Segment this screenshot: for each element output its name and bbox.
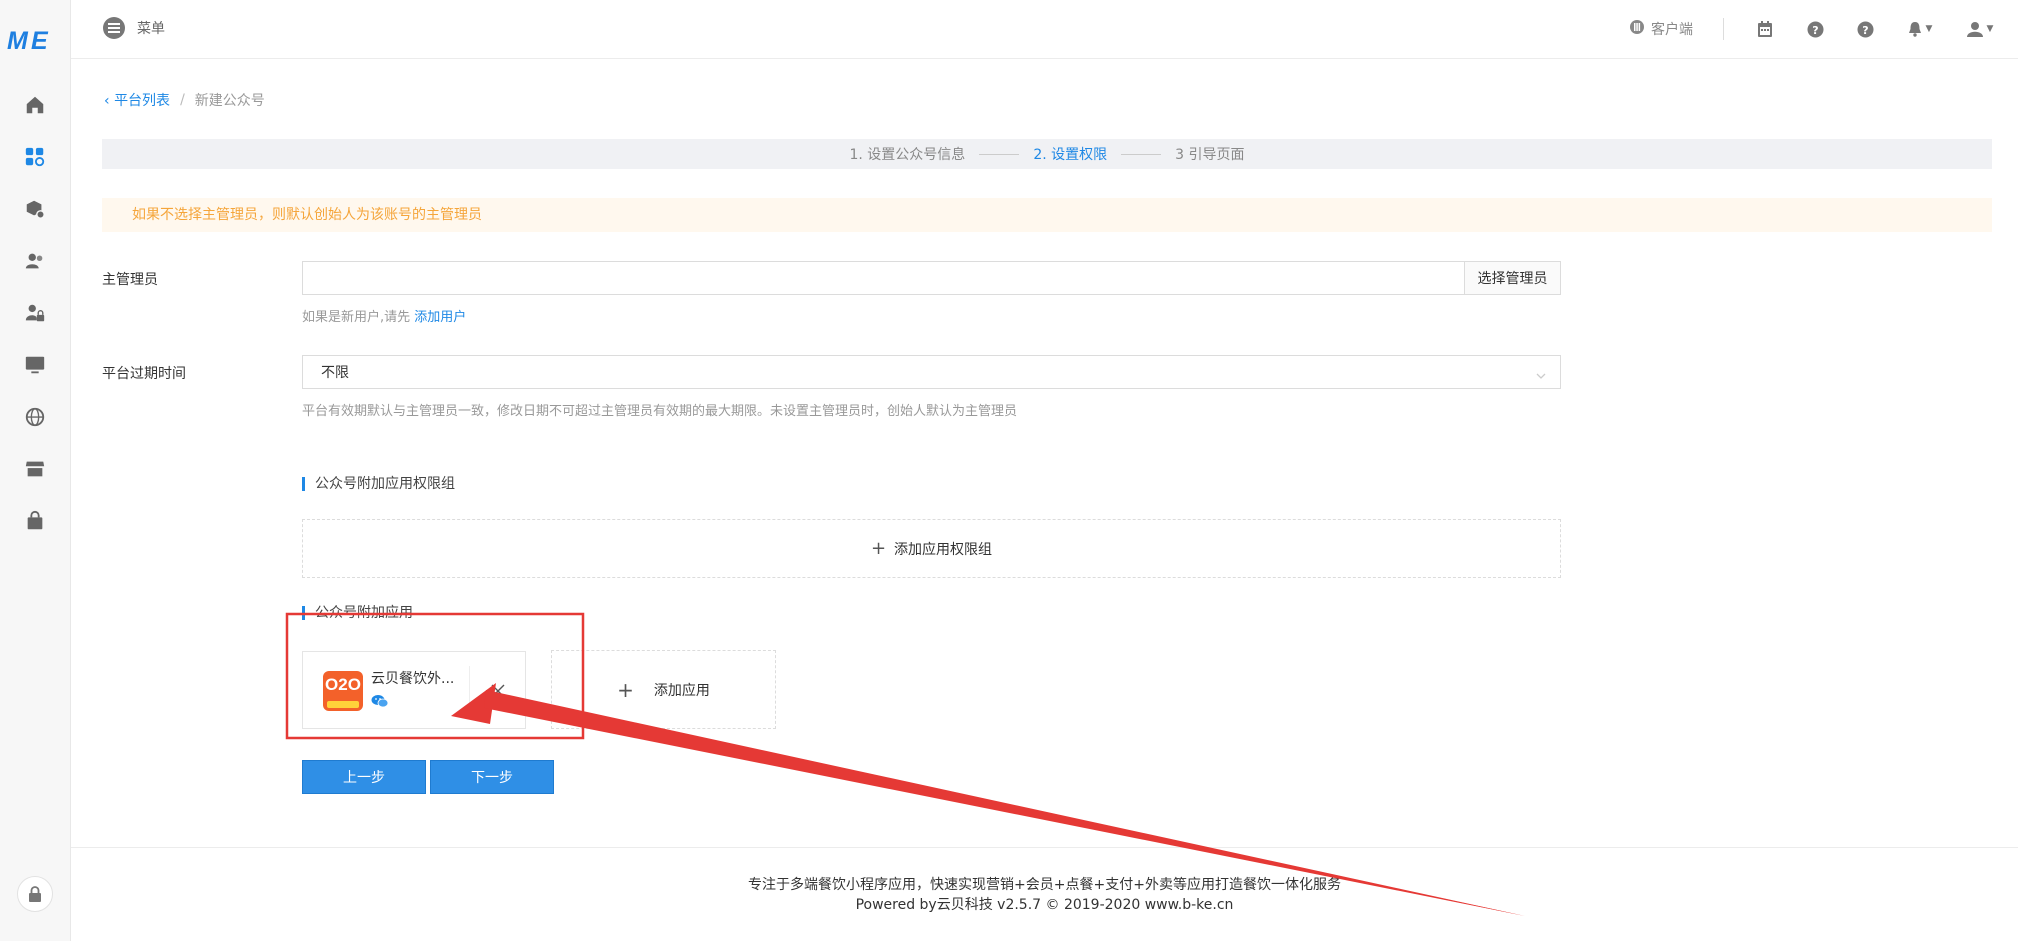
client-button[interactable]: 客户端 xyxy=(1629,19,1693,39)
help-icon[interactable]: ? xyxy=(1804,18,1826,40)
plus-icon: + xyxy=(870,538,887,559)
home-icon[interactable] xyxy=(20,90,50,120)
svg-text:E: E xyxy=(31,27,49,54)
client-label: 客户端 xyxy=(1651,22,1693,38)
step-3: 3 引导页面 xyxy=(1175,147,1245,163)
menu-label: 菜单 xyxy=(137,21,165,37)
step-1: 1. 设置公众号信息 xyxy=(849,147,966,163)
step-2: 2. 设置权限 xyxy=(1033,147,1108,163)
list-icon xyxy=(103,17,125,39)
step-connector xyxy=(979,153,1020,155)
apps-title: 公众号附加应用 xyxy=(302,606,413,620)
chevron-down-icon xyxy=(1536,367,1546,383)
card-divider xyxy=(469,666,470,716)
svg-text:M: M xyxy=(7,27,29,54)
user-lock-icon[interactable] xyxy=(20,298,50,328)
question-icon[interactable]: ? xyxy=(1854,18,1876,40)
add-user-link[interactable]: 添加用户 xyxy=(414,310,466,325)
app-logo[interactable]: M E xyxy=(7,26,57,55)
expire-label: 平台过期时间 xyxy=(102,366,186,382)
users-icon[interactable] xyxy=(20,246,50,276)
calendar-icon[interactable] xyxy=(1754,18,1776,40)
wechat-icon xyxy=(371,694,389,712)
globe-icon[interactable] xyxy=(20,402,50,432)
prev-step-button[interactable]: 上一步 xyxy=(302,760,426,794)
breadcrumb: ‹ 平台列表 / 新建公众号 xyxy=(104,90,265,110)
breadcrumb-separator: / xyxy=(180,92,185,108)
breadcrumb-current: 新建公众号 xyxy=(194,93,265,109)
admin-field[interactable] xyxy=(303,262,1464,294)
shopping-bag-icon[interactable] xyxy=(20,506,50,536)
steps-bar: 1. 设置公众号信息 2. 设置权限 3 引导页面 xyxy=(102,139,1992,169)
admin-label: 主管理员 xyxy=(102,272,158,288)
apps-icon[interactable] xyxy=(20,142,50,172)
chevron-left-icon: ‹ xyxy=(104,93,110,109)
monitor-icon[interactable] xyxy=(20,350,50,380)
footer-copyright: Powered by云贝科技 v2.5.7 © 2019-2020 www.b-… xyxy=(855,897,1234,913)
store-icon[interactable] xyxy=(20,454,50,484)
app-card[interactable]: O2O 云贝餐饮外... xyxy=(302,651,526,729)
expire-hint: 平台有效期默认与主管理员一致，修改日期不可超过主管理员有效期的最大期限。未设置主… xyxy=(302,404,1018,419)
expire-select[interactable]: 不限 xyxy=(302,355,1561,389)
expire-value: 不限 xyxy=(321,365,349,381)
admin-input-group: 选择管理员 xyxy=(302,261,1561,295)
add-perm-group-button[interactable]: + 添加应用权限组 xyxy=(302,519,1561,578)
step-connector xyxy=(1121,153,1162,155)
plus-icon: + xyxy=(617,677,634,702)
footer-slogan: 专注于多端餐饮小程序应用，快速实现营销+会员+点餐+支付+外卖等应用打造餐饮一体… xyxy=(748,877,1341,893)
menu-button[interactable]: 菜单 xyxy=(103,17,165,39)
caret-down-icon: ▼ xyxy=(1986,24,1994,34)
warning-alert: 如果不选择主管理员，则默认创始人为该账号的主管理员 xyxy=(102,198,1992,232)
select-admin-button[interactable]: 选择管理员 xyxy=(1464,262,1560,294)
svg-text:?: ? xyxy=(1862,24,1868,37)
app-name: 云贝餐饮外... xyxy=(371,671,455,687)
notification-bell-icon[interactable]: ▼ xyxy=(1904,18,1936,40)
admin-hint: 如果是新用户,请先 添加用户 xyxy=(302,310,467,325)
package-settings-icon[interactable] xyxy=(20,194,50,224)
app-o2o-logo: O2O xyxy=(323,671,363,711)
next-step-button[interactable]: 下一步 xyxy=(430,760,554,794)
add-app-button[interactable]: + 添加应用 xyxy=(551,650,776,729)
perm-group-title: 公众号附加应用权限组 xyxy=(302,477,455,491)
header-divider xyxy=(1723,18,1724,40)
footer-divider xyxy=(71,847,2018,848)
top-header: 菜单 客户端 ? ? ▼ ▼ xyxy=(71,0,2018,59)
svg-text:?: ? xyxy=(1812,24,1818,37)
breadcrumb-back-link[interactable]: ‹ 平台列表 xyxy=(104,90,170,110)
remove-app-close-icon[interactable] xyxy=(489,682,507,700)
caret-down-icon: ▼ xyxy=(1925,24,1933,34)
client-icon xyxy=(1629,19,1645,39)
sidebar: M E xyxy=(0,0,71,941)
user-avatar-icon[interactable]: ▼ xyxy=(1964,18,1996,40)
